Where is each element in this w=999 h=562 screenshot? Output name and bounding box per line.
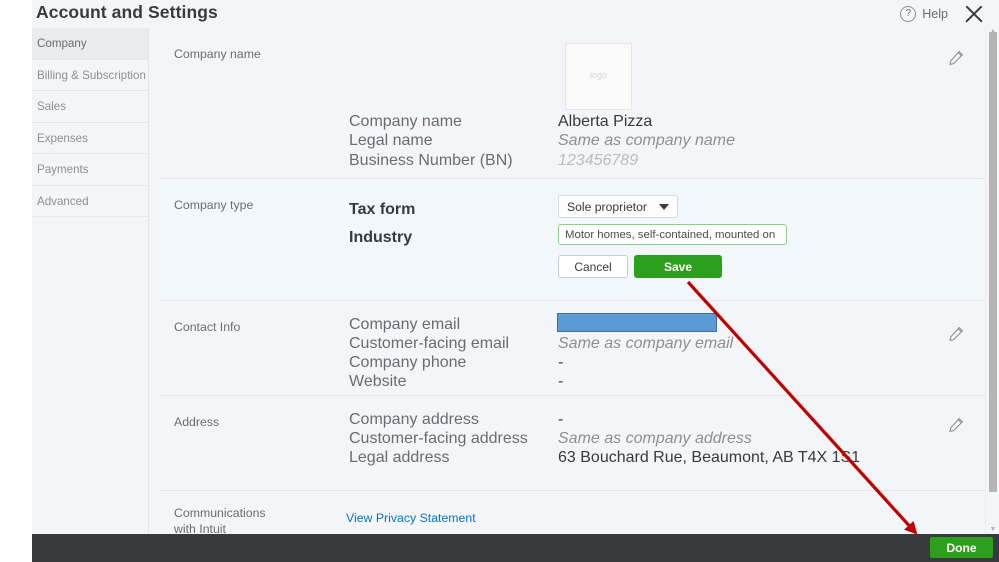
field-label-legal-name: Legal name — [349, 132, 433, 150]
sidebar-item-company[interactable]: Company — [32, 28, 148, 60]
tax-form-select[interactable]: Sole proprietor — [558, 195, 678, 218]
section-company-type: Company type Tax form Sole proprietor In… — [160, 179, 999, 301]
scroll-down-arrow-icon[interactable]: ▼ — [989, 526, 997, 534]
field-value-legal-name: Same as company name — [558, 132, 735, 150]
header-actions: ? Help — [900, 1, 987, 27]
field-value-legal-address: 63 Bouchard Rue, Beaumont, AB T4X 1S1 — [558, 449, 860, 467]
modal-header: Account and Settings ? Help — [32, 0, 999, 28]
sidebar-item-billing-subscription[interactable]: Billing & Subscription — [32, 60, 148, 92]
field-value-company-phone: - — [558, 354, 563, 372]
view-privacy-statement-link[interactable]: View Privacy Statement — [346, 511, 476, 525]
settings-content: Company name logo Company name Alberta P… — [160, 28, 999, 534]
section-title-company-type: Company type — [174, 197, 294, 213]
chevron-down-icon — [659, 204, 669, 210]
field-value-business-number: 123456789 — [558, 152, 638, 170]
company-logo-placeholder[interactable]: logo — [565, 43, 632, 110]
help-label: Help — [922, 7, 948, 21]
sidebar-item-sales[interactable]: Sales — [32, 91, 148, 123]
section-title-communications: Communications with Intuit — [174, 505, 274, 534]
field-value-company-address: - — [558, 411, 563, 429]
help-button[interactable]: ? Help — [900, 6, 948, 22]
logo-placeholder-label: logo — [566, 70, 631, 80]
pencil-icon-address[interactable] — [948, 417, 964, 433]
field-value-company-name: Alberta Pizza — [558, 113, 652, 131]
pencil-icon-contact-info[interactable] — [948, 326, 964, 342]
tax-form-selected-value: Sole proprietor — [567, 200, 647, 214]
field-label-company-phone: Company phone — [349, 354, 466, 372]
account-settings-modal: Account and Settings ? Help Company Bill… — [32, 0, 999, 562]
scrollbar-thumb[interactable] — [989, 32, 997, 492]
field-label-business-number: Business Number (BN) — [349, 152, 513, 170]
industry-input[interactable]: Motor homes, self-contained, mounted on — [558, 224, 787, 245]
save-button[interactable]: Save — [634, 255, 722, 278]
cancel-button[interactable]: Cancel — [558, 255, 628, 278]
section-communications: Communications with Intuit View Privacy … — [160, 491, 999, 534]
field-label-customer-facing-email: Customer-facing email — [349, 335, 509, 353]
industry-input-value: Motor homes, self-contained, mounted on — [565, 229, 775, 241]
close-icon[interactable] — [961, 1, 987, 27]
field-label-company-name: Company name — [349, 113, 462, 131]
field-label-company-email: Company email — [349, 316, 460, 334]
field-label-tax-form: Tax form — [349, 201, 415, 219]
pencil-icon-company-name[interactable] — [948, 50, 964, 66]
field-label-company-address: Company address — [349, 411, 479, 429]
sidebar-item-advanced[interactable]: Advanced — [32, 186, 148, 218]
sidebar-item-expenses[interactable]: Expenses — [32, 123, 148, 155]
modal-footer: Done — [32, 534, 999, 562]
content-scrollbar[interactable]: ▲ ▼ — [985, 28, 999, 534]
settings-sidebar: Company Billing & Subscription Sales Exp… — [32, 28, 149, 534]
section-title-company-name: Company name — [174, 46, 294, 62]
field-label-website: Website — [349, 373, 407, 391]
section-title-contact-info: Contact Info — [174, 319, 294, 335]
section-address: Address Company address - Customer-facin… — [160, 396, 999, 491]
page-title: Account and Settings — [36, 2, 218, 23]
question-circle-icon: ? — [900, 6, 916, 22]
sidebar-item-payments[interactable]: Payments — [32, 154, 148, 186]
section-title-address: Address — [174, 414, 294, 430]
done-button[interactable]: Done — [930, 537, 993, 558]
field-label-industry: Industry — [349, 229, 412, 247]
field-value-customer-facing-email: Same as company email — [558, 335, 733, 353]
field-value-website: - — [558, 373, 563, 391]
field-label-legal-address: Legal address — [349, 449, 450, 467]
section-contact-info: Contact Info Company email Customer-faci… — [160, 301, 999, 396]
field-value-customer-facing-address: Same as company address — [558, 430, 752, 448]
company-email-input[interactable] — [557, 313, 717, 332]
section-company-name: Company name logo Company name Alberta P… — [160, 28, 999, 179]
field-label-customer-facing-address: Customer-facing address — [349, 430, 528, 448]
